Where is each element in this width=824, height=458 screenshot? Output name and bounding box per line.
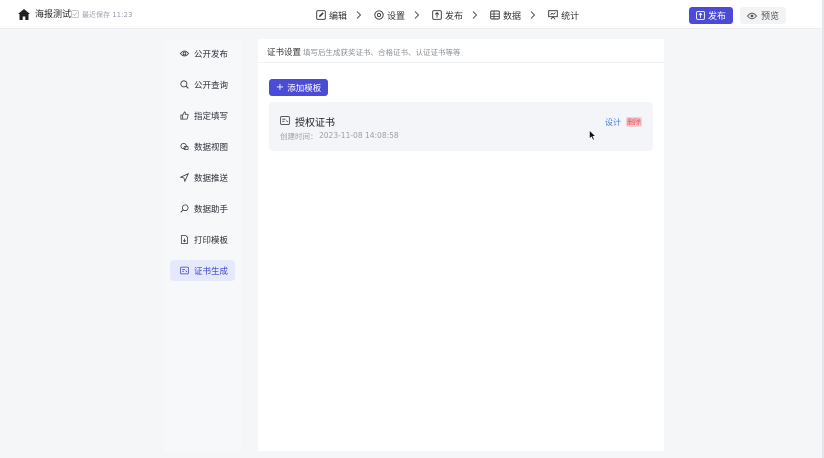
sidebar-item-label: 证书生成 [194,266,229,277]
sidebar-item-label: 公开查询 [194,80,229,91]
sidebar-item-data-view[interactable]: 数据视图 [170,136,235,157]
step-nav: 编辑 设置 发布 数据 统计 [316,8,579,22]
chart-icon [548,10,558,20]
panel-header: 证书设置 填写后生成获奖证书、合格证书、认证证书等等 [258,39,664,63]
step-publish[interactable]: 发布 [432,9,463,22]
chevron-right-icon [530,11,536,19]
created-time-label: 创建时间： [280,132,318,141]
step-settings[interactable]: 设置 [374,9,405,22]
sidebar-item-label: 公开发布 [194,49,229,60]
home-icon[interactable] [18,9,30,20]
upload-icon [696,11,705,20]
sidebar-item-certificate[interactable]: 证书生成 [170,260,235,281]
main-panel: 证书设置 填写后生成获奖证书、合格证书、认证证书等等 + 添加模板 授权证书 创… [258,39,664,451]
step-stats-label: 统计 [561,11,580,22]
certificate-icon [180,266,189,275]
thumb-icon [180,111,189,120]
upload-icon [432,10,442,20]
step-stats[interactable]: 统计 [548,9,579,22]
magic-search-icon [180,204,189,213]
preview-button[interactable]: 预览 [740,7,786,24]
sidebar-item-designated-fill[interactable]: 指定填写 [170,105,235,126]
sidebar-item-label: 打印模板 [194,235,229,246]
sidebar-item-print-template[interactable]: 打印模板 [170,229,235,250]
eye-icon [746,12,757,19]
print-doc-icon [180,235,189,244]
card-title: 授权证书 [295,118,335,129]
database-icon [490,10,500,20]
edit-icon [316,10,326,20]
chevron-right-icon [414,11,420,19]
page-title: 证书设置 [267,48,302,58]
top-bar: 海报测试 最近保存 11:23 编辑 设置 发布 数据 统计 发布 预览 [0,0,824,29]
created-time-value: 2023-11-08 14:08:58 [319,131,399,140]
sidebar-item-data-assistant[interactable]: 数据助手 [170,198,235,219]
sidebar-item-label: 数据视图 [194,142,229,153]
delete-button[interactable]: 删除 [626,117,642,127]
chevron-right-icon [356,11,362,19]
save-status: 最近保存 11:23 [82,11,133,19]
sidebar-item-public-publish[interactable]: 公开发布 [170,43,235,64]
plus-icon: + [275,81,285,93]
step-settings-label: 设置 [387,11,406,22]
eye-icon [180,50,189,57]
save-status-icon [71,10,79,18]
sidebar-item-label: 指定填写 [194,111,229,122]
sidebar-item-data-push[interactable]: 数据推送 [170,167,235,188]
page-description: 填写后生成获奖证书、合格证书、认证证书等等 [303,48,461,57]
step-edit-label: 编辑 [329,11,348,22]
add-template-label: 添加模板 [287,83,322,94]
step-publish-label: 发布 [445,11,464,22]
publish-button[interactable]: 发布 [689,7,733,24]
gear-icon [374,10,384,20]
layers-icon [180,142,189,151]
sidebar: 公开发布 公开查询 指定填写 数据视图 数据推送 数据助手 打印模板 证书生成 [164,39,241,451]
step-data-label: 数据 [503,11,522,22]
add-template-button[interactable]: + 添加模板 [269,79,328,96]
chevron-right-icon [472,11,478,19]
step-edit[interactable]: 编辑 [316,9,347,22]
search-icon [180,80,189,89]
sidebar-item-public-query[interactable]: 公开查询 [170,74,235,95]
sidebar-item-label: 数据推送 [194,173,229,184]
sidebar-item-label: 数据助手 [194,204,229,215]
step-data[interactable]: 数据 [490,9,521,22]
preview-button-label: 预览 [760,12,779,22]
mouse-cursor-icon [589,130,596,141]
certificate-card[interactable]: 授权证书 创建时间： 2023-11-08 14:08:58 设计 删除 [269,102,653,151]
publish-button-label: 发布 [707,12,726,22]
app-title: 海报测试 [35,10,72,20]
design-button[interactable]: 设计 [605,117,621,128]
send-icon [180,173,189,182]
certificate-icon [280,116,290,125]
